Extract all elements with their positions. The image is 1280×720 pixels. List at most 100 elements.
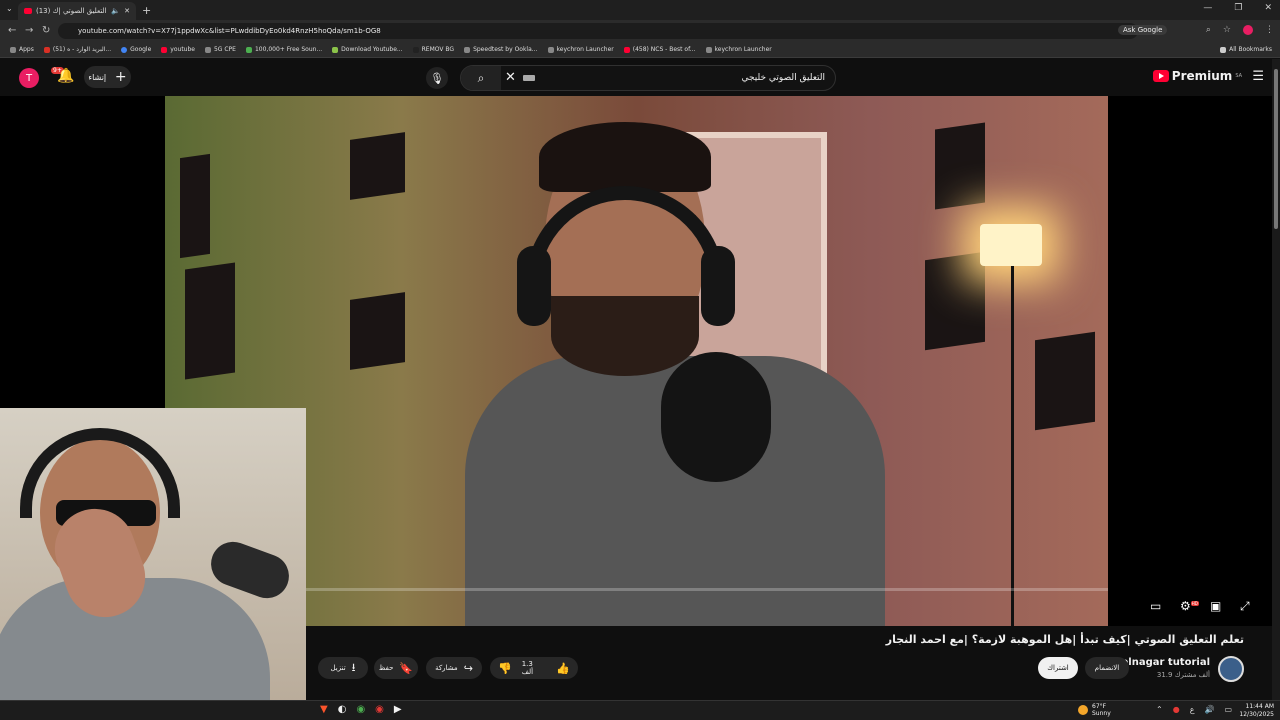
volume-icon[interactable]: 🔊	[1204, 705, 1214, 714]
back-icon[interactable]: ←	[8, 25, 16, 36]
forward-icon[interactable]: →	[25, 25, 33, 36]
search-button[interactable]: ⌕	[461, 66, 501, 90]
google-icon	[121, 46, 128, 53]
zoom-icon[interactable]: ⌕	[1206, 25, 1211, 35]
bookmark-keychron-2[interactable]: keychron Launcher	[705, 46, 772, 53]
miniplayer-icon[interactable]: ▣	[1210, 599, 1221, 613]
notifications-bell-icon[interactable]: 🔔	[57, 68, 74, 84]
bookmark-ncs[interactable]: (458) NCS - Best of...	[623, 46, 696, 53]
subscriber-count: 31.9 ألف مشترك	[1156, 671, 1210, 679]
sound-icon	[245, 46, 252, 53]
folder-icon	[1220, 46, 1227, 53]
create-button[interactable]: إنشاء +	[84, 66, 131, 88]
chrome-icon[interactable]: ◉	[356, 704, 365, 715]
headphone-cup-left	[517, 246, 551, 326]
url-field[interactable]: youtube.com/watch?v=X77j1ppdwXc&list=PLw…	[58, 23, 1138, 39]
mute-tab-icon[interactable]: 🔈	[111, 7, 120, 15]
video-frame[interactable]	[165, 96, 1108, 626]
bookmark-keychron-1[interactable]: keychron Launcher	[547, 46, 614, 53]
active-tab[interactable]: (13) تعلم التعليق الصوتي |ك... 🔈 ✕	[18, 2, 136, 20]
windows-taskbar: ▼ ◐ ◉ ◉ ▶ 67°F Sunny ⌃ ● ع 🔊 ▭ 11:44 AM 1…	[0, 700, 1280, 720]
network-icon[interactable]: ▭	[1224, 705, 1232, 714]
removebg-icon	[412, 46, 419, 53]
weather-widget[interactable]: 67°F Sunny	[1078, 703, 1111, 717]
chrome-profile-icon[interactable]: ◉	[375, 704, 384, 715]
join-button[interactable]: الانضمام	[1085, 657, 1129, 679]
channel-name[interactable]: elnagar tutorial	[1122, 657, 1210, 668]
youtube-icon	[161, 46, 168, 53]
tab-search-icon[interactable]: ⌄	[6, 4, 13, 13]
save-button[interactable]: حفظ 🔖	[374, 657, 418, 679]
microphone-tray-icon[interactable]: ●	[1173, 705, 1180, 714]
download-icon	[332, 46, 339, 53]
weather-condition: Sunny	[1092, 710, 1111, 717]
youtube-logo-icon	[1152, 70, 1169, 82]
close-window-icon[interactable]: ✕	[1264, 3, 1272, 13]
youtube-header: T 9+ 🔔 إنشاء + 🎙 ⌕ ✕ Premium SA ☰	[0, 59, 1272, 96]
bookmark-free-sounds[interactable]: 100,000+ Free Soun...	[245, 46, 322, 53]
webcam-overlay	[0, 408, 306, 720]
media-player-icon[interactable]: ▶	[394, 704, 402, 715]
brave-browser-icon[interactable]: ▼	[320, 704, 328, 715]
like-icon[interactable]: 👍	[556, 662, 570, 675]
channel-avatar[interactable]	[1218, 656, 1244, 682]
taskbar-clock[interactable]: 11:44 AM 12/30/2025	[1239, 703, 1274, 719]
plus-icon: +	[114, 69, 127, 85]
language-indicator[interactable]: ع	[1190, 705, 1195, 714]
new-tab-button[interactable]: +	[142, 4, 151, 17]
voice-search-mic-icon[interactable]: 🎙	[426, 67, 448, 89]
captions-icon[interactable]: ▭	[1150, 599, 1161, 613]
studio-lamp	[980, 224, 1042, 266]
search-icon: ⌕	[477, 70, 485, 85]
tray-chevron-icon[interactable]: ⌃	[1156, 705, 1163, 714]
speedtest-icon	[464, 46, 471, 53]
reload-icon[interactable]: ↻	[42, 25, 50, 36]
logo-text: Premium	[1171, 69, 1233, 83]
bookmark-apps[interactable]: Apps	[10, 46, 34, 53]
presenter-beard	[551, 296, 699, 376]
url-text: youtube.com/watch?v=X77j1ppdwXc&list=PLw…	[78, 27, 381, 35]
download-button[interactable]: تنزيل ⭳	[318, 657, 368, 679]
restore-icon[interactable]: ❐	[1234, 3, 1242, 13]
obs-icon[interactable]: ◐	[338, 704, 347, 715]
share-button[interactable]: مشاركة ↪	[426, 657, 482, 679]
bookmark-mail[interactable]: (51) البريد الوارد - ه...	[43, 46, 111, 53]
save-label: حفظ	[378, 664, 394, 672]
clear-search-icon[interactable]: ✕	[505, 70, 516, 85]
scrollbar-thumb[interactable]	[1274, 69, 1278, 229]
more-menu-icon[interactable]: ⋮	[1265, 25, 1274, 35]
sun-icon	[1078, 705, 1088, 715]
presenter-hair	[539, 122, 711, 192]
account-avatar[interactable]: T	[19, 68, 39, 88]
youtube-premium-logo[interactable]: Premium SA	[1152, 69, 1242, 83]
all-bookmarks[interactable]: All Bookmarks	[1220, 46, 1272, 53]
gmail-icon	[43, 46, 50, 53]
keyboard-icon[interactable]	[523, 75, 535, 81]
browser-tab-strip: ⌄ (13) تعلم التعليق الصوتي |ك... 🔈 ✕ + —…	[0, 0, 1280, 20]
bookmark-speedtest[interactable]: Speedtest by Ookla...	[464, 46, 538, 53]
video-progress-bar[interactable]	[165, 588, 1108, 591]
acoustic-panel	[350, 292, 405, 370]
ask-google-button[interactable]: Ask Google	[1118, 25, 1168, 35]
bookmark-youtube[interactable]: youtube	[161, 46, 195, 53]
close-tab-icon[interactable]: ✕	[124, 7, 130, 15]
settings-gear-icon[interactable]: ⚙HD	[1180, 599, 1199, 613]
page-scrollbar[interactable]	[1272, 59, 1280, 700]
fullscreen-icon[interactable]: ⤢	[1240, 599, 1250, 614]
bookmark-5g-cpe[interactable]: 5G CPE	[204, 46, 236, 53]
bookmarks-bar: Apps (51) البريد الوارد - ه... Google yo…	[0, 42, 1280, 58]
bookmark-star-icon[interactable]: ☆	[1223, 25, 1231, 35]
profile-avatar-small[interactable]	[1243, 25, 1253, 35]
dislike-icon[interactable]: 👎	[498, 662, 512, 675]
like-count[interactable]: 1.3 ألف	[522, 660, 547, 676]
bookmark-remove-bg[interactable]: REMOV BG	[412, 46, 454, 53]
create-label: إنشاء	[88, 72, 107, 82]
hamburger-menu-icon[interactable]: ☰	[1252, 69, 1264, 84]
bookmark-google[interactable]: Google	[121, 46, 151, 53]
search-input[interactable]	[565, 70, 825, 86]
logo-region: SA	[1235, 73, 1242, 79]
bookmark-download-youtube[interactable]: Download Youtube...	[332, 46, 403, 53]
minimize-icon[interactable]: —	[1203, 3, 1212, 13]
subscribe-button[interactable]: اشتراك	[1038, 657, 1078, 679]
clock-time: 11:44 AM	[1245, 703, 1274, 710]
